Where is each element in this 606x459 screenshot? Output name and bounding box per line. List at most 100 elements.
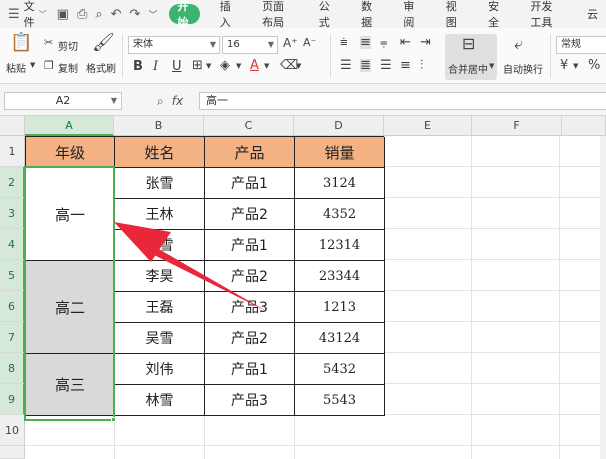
undo-icon[interactable]: ↶	[111, 7, 122, 22]
row-header-6[interactable]: 6	[0, 291, 25, 322]
product-cell[interactable]: 产品1	[205, 168, 295, 199]
select-all-corner[interactable]	[0, 116, 25, 136]
font-grow-icon[interactable]: A⁺	[283, 37, 298, 49]
print-icon[interactable]: ⎙	[77, 7, 87, 22]
tab-security[interactable]: 安全	[480, 0, 510, 29]
grade-cell-2[interactable]: 高二	[26, 261, 115, 354]
tab-cloud[interactable]: 云	[579, 4, 606, 24]
format-painter-icon[interactable]: 🖌	[92, 34, 115, 52]
align-center-icon[interactable]: ≣	[360, 59, 371, 72]
align-middle-icon[interactable]: ≡	[360, 36, 371, 49]
product-cell[interactable]: 产品1	[205, 230, 295, 261]
tab-view[interactable]: 视图	[438, 0, 468, 29]
sales-cell[interactable]: 1213	[295, 292, 385, 323]
name-cell[interactable]: 吴雪	[115, 323, 205, 354]
percent-icon[interactable]: %	[588, 59, 600, 72]
tab-page-layout[interactable]: 页面布局	[254, 0, 299, 29]
product-cell[interactable]: 产品1	[205, 354, 295, 385]
sales-cell[interactable]: 12314	[295, 230, 385, 261]
paste-button[interactable]: 粘贴	[6, 60, 26, 75]
vertical-scrollbar[interactable]	[600, 136, 606, 459]
chevron-down-icon[interactable]: ▼	[236, 63, 241, 70]
header-product[interactable]: 产品	[205, 137, 295, 168]
sales-cell[interactable]: 3124	[295, 168, 385, 199]
chevron-down-icon[interactable]: ▼	[296, 63, 301, 70]
tab-developer[interactable]: 开发工具	[522, 0, 567, 29]
redo-icon[interactable]: ↷	[130, 7, 141, 22]
header-name[interactable]: 姓名	[115, 137, 205, 168]
tab-formulas[interactable]: 公式	[311, 0, 341, 29]
indent-decrease-icon[interactable]: ⇤	[400, 36, 411, 49]
product-cell[interactable]: 产品3	[205, 385, 295, 416]
more-icon[interactable]: ﹀	[148, 8, 157, 21]
empty-row-10[interactable]	[25, 415, 384, 459]
chevron-down-icon[interactable]: ▼	[573, 63, 578, 70]
row-header-4[interactable]: 4	[0, 229, 25, 260]
product-cell[interactable]: 产品2	[205, 199, 295, 230]
column-header-b[interactable]: B	[114, 116, 204, 136]
sales-cell[interactable]: 23344	[295, 261, 385, 292]
fill-handle[interactable]	[111, 417, 116, 422]
column-header-c[interactable]: C	[204, 116, 294, 136]
formula-input[interactable]: 高一	[199, 92, 606, 110]
name-box[interactable]: A2 ▼	[4, 92, 122, 110]
column-header-g[interactable]	[562, 116, 606, 136]
border-icon[interactable]: ⊞	[192, 59, 203, 72]
distribute-icon[interactable]: ⫶	[420, 59, 423, 72]
column-header-f[interactable]: F	[472, 116, 562, 136]
sales-cell[interactable]: 5432	[295, 354, 385, 385]
column-header-a[interactable]: A	[25, 116, 114, 136]
row-header-8[interactable]: 8	[0, 353, 25, 384]
row-header-11[interactable]	[0, 446, 25, 459]
tab-home[interactable]: 开始	[169, 0, 200, 29]
header-sales[interactable]: 销量	[295, 137, 385, 168]
grade-cell-3[interactable]: 高三	[26, 354, 115, 416]
zoom-icon[interactable]: ⌕	[157, 94, 164, 109]
print-preview-icon[interactable]: ⌕	[95, 7, 102, 22]
name-cell[interactable]: 王磊	[115, 292, 205, 323]
scissors-icon[interactable]: ✂	[44, 37, 53, 48]
save-icon[interactable]: ▣	[57, 7, 69, 22]
name-cell[interactable]: 李昊	[115, 261, 205, 292]
align-right-icon[interactable]: ☰	[380, 59, 392, 72]
name-cell[interactable]: 林雪	[115, 385, 205, 416]
fill-color-icon[interactable]: ◈	[220, 59, 230, 72]
indent-increase-icon[interactable]: ⇥	[420, 36, 431, 49]
tab-insert[interactable]: 插入	[212, 0, 242, 29]
wrap-text-icon[interactable]: ⤶	[514, 36, 523, 52]
name-cell[interactable]: 林雪	[115, 230, 205, 261]
row-header-2[interactable]: 2	[0, 167, 25, 198]
tab-review[interactable]: 审阅	[395, 0, 425, 29]
product-cell[interactable]: 产品2	[205, 323, 295, 354]
name-cell[interactable]: 张雪	[115, 168, 205, 199]
row-header-5[interactable]: 5	[0, 260, 25, 291]
grade-cell-1[interactable]: 高一	[26, 168, 115, 261]
justify-icon[interactable]: ≡	[400, 59, 411, 72]
row-header-1[interactable]: 1	[0, 136, 25, 167]
sales-cell[interactable]: 4352	[295, 199, 385, 230]
sales-cell[interactable]: 43124	[295, 323, 385, 354]
font-shrink-icon[interactable]: A⁻	[303, 37, 316, 48]
tab-data[interactable]: 数据	[353, 0, 383, 29]
font-color-icon[interactable]: A	[250, 59, 259, 72]
column-header-e[interactable]: E	[384, 116, 472, 136]
row-header-7[interactable]: 7	[0, 322, 25, 353]
merge-center-button[interactable]: 合并居中	[448, 61, 488, 76]
row-header-10[interactable]: 10	[0, 415, 25, 446]
bold-icon[interactable]: B	[133, 60, 143, 73]
file-menu[interactable]: ☰ 文件 ﹀	[0, 0, 47, 29]
align-bottom-icon[interactable]: ⩦	[380, 36, 388, 49]
currency-icon[interactable]: ¥	[560, 59, 568, 72]
align-left-icon[interactable]: ☰	[340, 59, 352, 72]
chevron-down-icon[interactable]: ▼	[30, 62, 35, 69]
chevron-down-icon[interactable]: ▼	[489, 63, 494, 70]
name-cell[interactable]: 刘伟	[115, 354, 205, 385]
product-cell[interactable]: 产品3	[205, 292, 295, 323]
align-top-icon[interactable]: ⩧	[340, 36, 348, 49]
wrap-text-button[interactable]: 自动换行	[503, 61, 543, 76]
name-cell[interactable]: 王林	[115, 199, 205, 230]
italic-icon[interactable]: I	[153, 60, 158, 73]
font-name-select[interactable]: 宋体 ▼	[128, 36, 220, 54]
underline-icon[interactable]: U	[172, 60, 182, 73]
empty-grid-area[interactable]	[384, 136, 600, 459]
